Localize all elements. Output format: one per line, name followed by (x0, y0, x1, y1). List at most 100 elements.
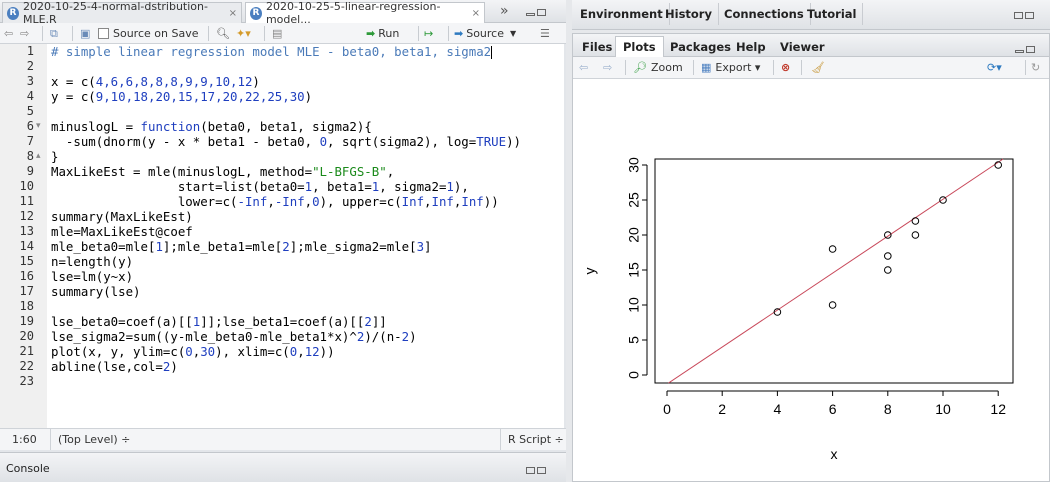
y-axis-label: y (582, 268, 598, 275)
export-icon: ▦ (701, 61, 712, 74)
source-button[interactable]: ➡ Source ▼ (454, 25, 516, 42)
run-button[interactable]: ➡ Run (366, 25, 399, 42)
search-icon[interactable]: 🔍︎ (216, 25, 230, 42)
fold-arrow-icon[interactable]: ▴ (36, 149, 41, 164)
x-tick-label: 2 (718, 401, 726, 417)
y-tick-label: 15 (626, 262, 642, 278)
fold-arrow-icon[interactable]: ▾ (36, 119, 41, 134)
line-number: 19 (19, 314, 34, 328)
tab-history[interactable]: History (659, 3, 719, 25)
code-line[interactable]: -sum(dnorm(y - x * beta1 - beta0, 0, sqr… (51, 134, 521, 149)
tab-plots[interactable]: Plots (615, 36, 664, 57)
compile-report-icon[interactable]: ▤ (272, 25, 282, 42)
code-line[interactable]: plot(x, y, ylim=c(0,30), xlim=c(0,12)) (51, 344, 335, 359)
code-line[interactable]: summary(MaxLikeEst) (51, 209, 193, 224)
line-number: 2 (26, 59, 34, 73)
tab-environment[interactable]: Environment (574, 3, 670, 25)
file-tab-linear-regression[interactable]: R 2020-10-25-5-linear-regression-model..… (245, 0, 485, 26)
code-line[interactable]: mle_beta0=mle[1];mle_beta1=mle[2];mle_si… (51, 239, 432, 254)
scope-selector[interactable]: (Top Level) ÷ (58, 433, 130, 446)
cursor-position: 1:60 (12, 433, 37, 446)
data-point (884, 266, 892, 274)
line-number: 9 (26, 164, 34, 178)
line-number: 8 (26, 149, 34, 163)
y-tick-label: 30 (626, 157, 642, 173)
code-line[interactable]: lower=c(-Inf,-Inf,0), upper=c(Inf,Inf,In… (51, 194, 499, 209)
tab-files[interactable]: Files (575, 36, 619, 57)
line-number: 4 (26, 89, 34, 103)
line-number: 16 (19, 269, 34, 283)
line-number: 10 (19, 179, 34, 193)
data-point (911, 217, 920, 225)
export-button[interactable]: ▦ Export ▾ (701, 59, 760, 76)
line-number: 15 (19, 254, 34, 268)
console-label: Console (6, 462, 50, 475)
line-number: 3 (26, 74, 34, 88)
code-line[interactable]: # simple linear regression model MLE - b… (51, 44, 493, 59)
code-line[interactable]: lse_beta0=coef(a)[[1]];lse_beta1=coef(a)… (51, 314, 387, 329)
close-icon[interactable]: × (229, 8, 237, 19)
chevron-down-icon: ▼ (510, 29, 517, 38)
code-line[interactable]: minuslogL = function(beta0, beta1, sigma… (51, 119, 372, 134)
tab-overflow-icon[interactable]: » (500, 3, 509, 19)
y-tick-label: 0 (626, 371, 642, 379)
code-line[interactable]: lse_sigma2=sum((y-mle_beta0-mle_beta1*x)… (51, 329, 417, 344)
line-number: 18 (19, 299, 34, 313)
code-line[interactable]: mle=MaxLikeEst@coef (51, 224, 193, 239)
tab-tutorial[interactable]: Tutorial (801, 3, 864, 25)
line-number-gutter: 1 2 3 4 5 6 ▾ 7 8 ▴ 9 10 11 12 13 14 15 16 17 18 19 20 21 22 23 (0, 44, 47, 428)
minimize-pane-icon[interactable] (1013, 43, 1035, 56)
files-pane-tabs: Files Plots Packages Help Viewer (573, 34, 1049, 57)
x-tick-label: 12 (990, 401, 1006, 417)
console-pane-header[interactable]: Console (0, 452, 566, 482)
editor-toolbar: ⇦ ⇨ ⧉ ▣ Source on Save 🔍︎ ✦▾ ▤ ➡ Run ↦ ➡ S… (0, 23, 566, 44)
open-window-icon[interactable]: ⧉ (50, 25, 58, 42)
source-on-save-checkbox[interactable]: Source on Save (98, 25, 198, 42)
code-line[interactable]: y = c(9,10,18,20,15,17,20,22,25,30) (51, 89, 312, 104)
code-line[interactable]: MaxLikeEst = mle(minuslogL, method="L-BF… (51, 164, 394, 179)
line-number: 6 (26, 119, 34, 133)
tab-packages[interactable]: Packages (663, 36, 738, 57)
y-tick-label: 25 (626, 192, 642, 208)
publish-icon[interactable]: ⟳▾ (987, 59, 1002, 76)
tab-viewer[interactable]: Viewer (773, 36, 832, 57)
data-point (828, 245, 837, 253)
save-icon[interactable]: ▣ (80, 25, 90, 42)
restore-pane-icon[interactable] (1012, 9, 1034, 22)
clear-all-plots-icon[interactable]: 🧹︎ (811, 59, 825, 76)
previous-plot-icon[interactable]: ⇦ (579, 59, 588, 76)
code-line[interactable]: start=list(beta0=1, beta1=1, sigma2=1), (51, 179, 469, 194)
line-number: 13 (19, 224, 34, 238)
r-file-icon: R (250, 6, 262, 20)
code-line[interactable]: } (51, 149, 58, 164)
file-tab-normal-mle[interactable]: R 2020-10-25-4-normal-dstribution-MLE.R … (2, 0, 242, 26)
code-line[interactable]: lse=lm(y~x) (51, 269, 133, 284)
rerun-icon[interactable]: ↦ (424, 25, 433, 42)
file-type-selector[interactable]: R Script ÷ (508, 433, 564, 446)
document-outline-icon[interactable]: ☰ (540, 25, 550, 42)
refresh-icon[interactable]: ↻ (1031, 59, 1040, 76)
code-editor[interactable]: # simple linear regression model MLE - b… (47, 44, 564, 428)
back-arrow-icon[interactable]: ⇦ (4, 25, 13, 42)
editor-tab-bar: R 2020-10-25-4-normal-dstribution-MLE.R … (0, 0, 566, 26)
zoom-button[interactable]: 🔎︎ Zoom (633, 59, 683, 76)
source-pane: R 2020-10-25-4-normal-dstribution-MLE.R … (0, 0, 566, 482)
checkbox-box[interactable] (98, 28, 109, 39)
line-number: 1 (26, 44, 34, 58)
code-line[interactable]: n=length(y) (51, 254, 133, 269)
line-number: 20 (19, 329, 34, 343)
next-plot-icon[interactable]: ⇨ (603, 59, 612, 76)
tab-help[interactable]: Help (729, 36, 773, 57)
restore-pane-icon[interactable] (524, 464, 546, 477)
minimize-pane-icon[interactable] (524, 6, 546, 19)
tab-connections[interactable]: Connections (718, 3, 811, 25)
code-line[interactable]: summary(lse) (51, 284, 141, 299)
code-line[interactable]: x = c(4,6,6,8,8,8,9,9,10,12) (51, 74, 260, 89)
data-point (828, 301, 837, 309)
code-line[interactable]: abline(lse,col=2) (51, 359, 178, 374)
magic-wand-icon[interactable]: ✦▾ (236, 25, 251, 42)
remove-plot-icon[interactable]: ⊗ (781, 59, 790, 76)
close-icon[interactable]: × (472, 8, 480, 19)
line-number: 12 (19, 209, 34, 223)
forward-arrow-icon[interactable]: ⇨ (20, 25, 29, 42)
